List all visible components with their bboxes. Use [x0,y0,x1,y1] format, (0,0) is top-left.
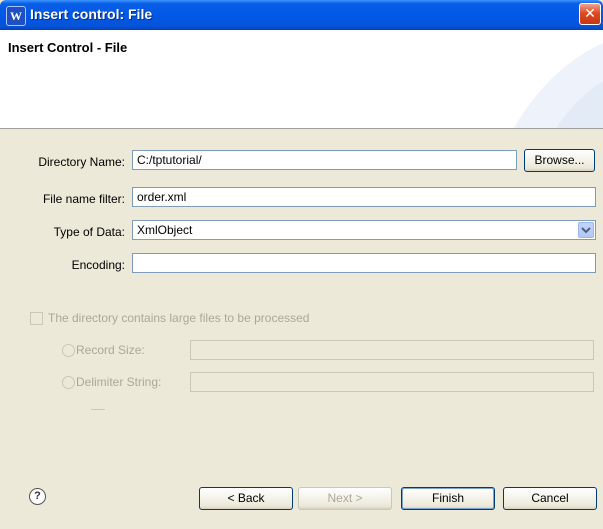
cancel-button[interactable]: Cancel [503,487,597,510]
record-size-radio[interactable] [62,344,75,357]
encoding-input[interactable] [132,253,596,273]
delimiter-string-label: Delimiter String: [76,375,162,389]
window-title: Insert control: File [30,6,153,22]
title-bar[interactable]: W Insert control: File ✕ [0,0,603,30]
dialog-window: W Insert control: File ✕ Insert Control … [0,0,603,529]
finish-button[interactable]: Finish [401,487,495,510]
next-button[interactable]: Next > [298,487,392,510]
app-icon: W [6,6,26,26]
banner-decoration-icon [513,42,603,128]
directory-name-label: Directory Name: [38,155,125,169]
directory-name-input[interactable]: C:/tptutorial/ [132,150,517,170]
back-button[interactable]: < Back [199,487,293,510]
delimiter-string-radio[interactable] [62,376,75,389]
type-of-data-label: Type of Data: [53,225,125,239]
file-name-filter-label: File name filter: [42,192,125,206]
separator-mark [91,409,105,410]
help-icon[interactable]: ? [29,488,46,505]
file-name-filter-input[interactable]: order.xml [132,187,596,207]
banner-title: Insert Control - File [8,40,128,55]
close-button[interactable]: ✕ [579,3,601,25]
large-files-label: The directory contains large files to be… [48,311,310,325]
type-of-data-value: XmlObject [137,223,193,237]
record-size-label: Record Size: [76,343,145,357]
type-of-data-select[interactable]: XmlObject [132,220,596,240]
banner: Insert Control - File [0,30,603,129]
browse-button[interactable]: Browse... [524,149,595,172]
encoding-label: Encoding: [71,258,125,272]
delimiter-string-input[interactable] [190,372,594,392]
record-size-input[interactable] [190,340,594,360]
chevron-down-icon[interactable] [578,222,594,238]
large-files-checkbox[interactable] [30,312,43,325]
